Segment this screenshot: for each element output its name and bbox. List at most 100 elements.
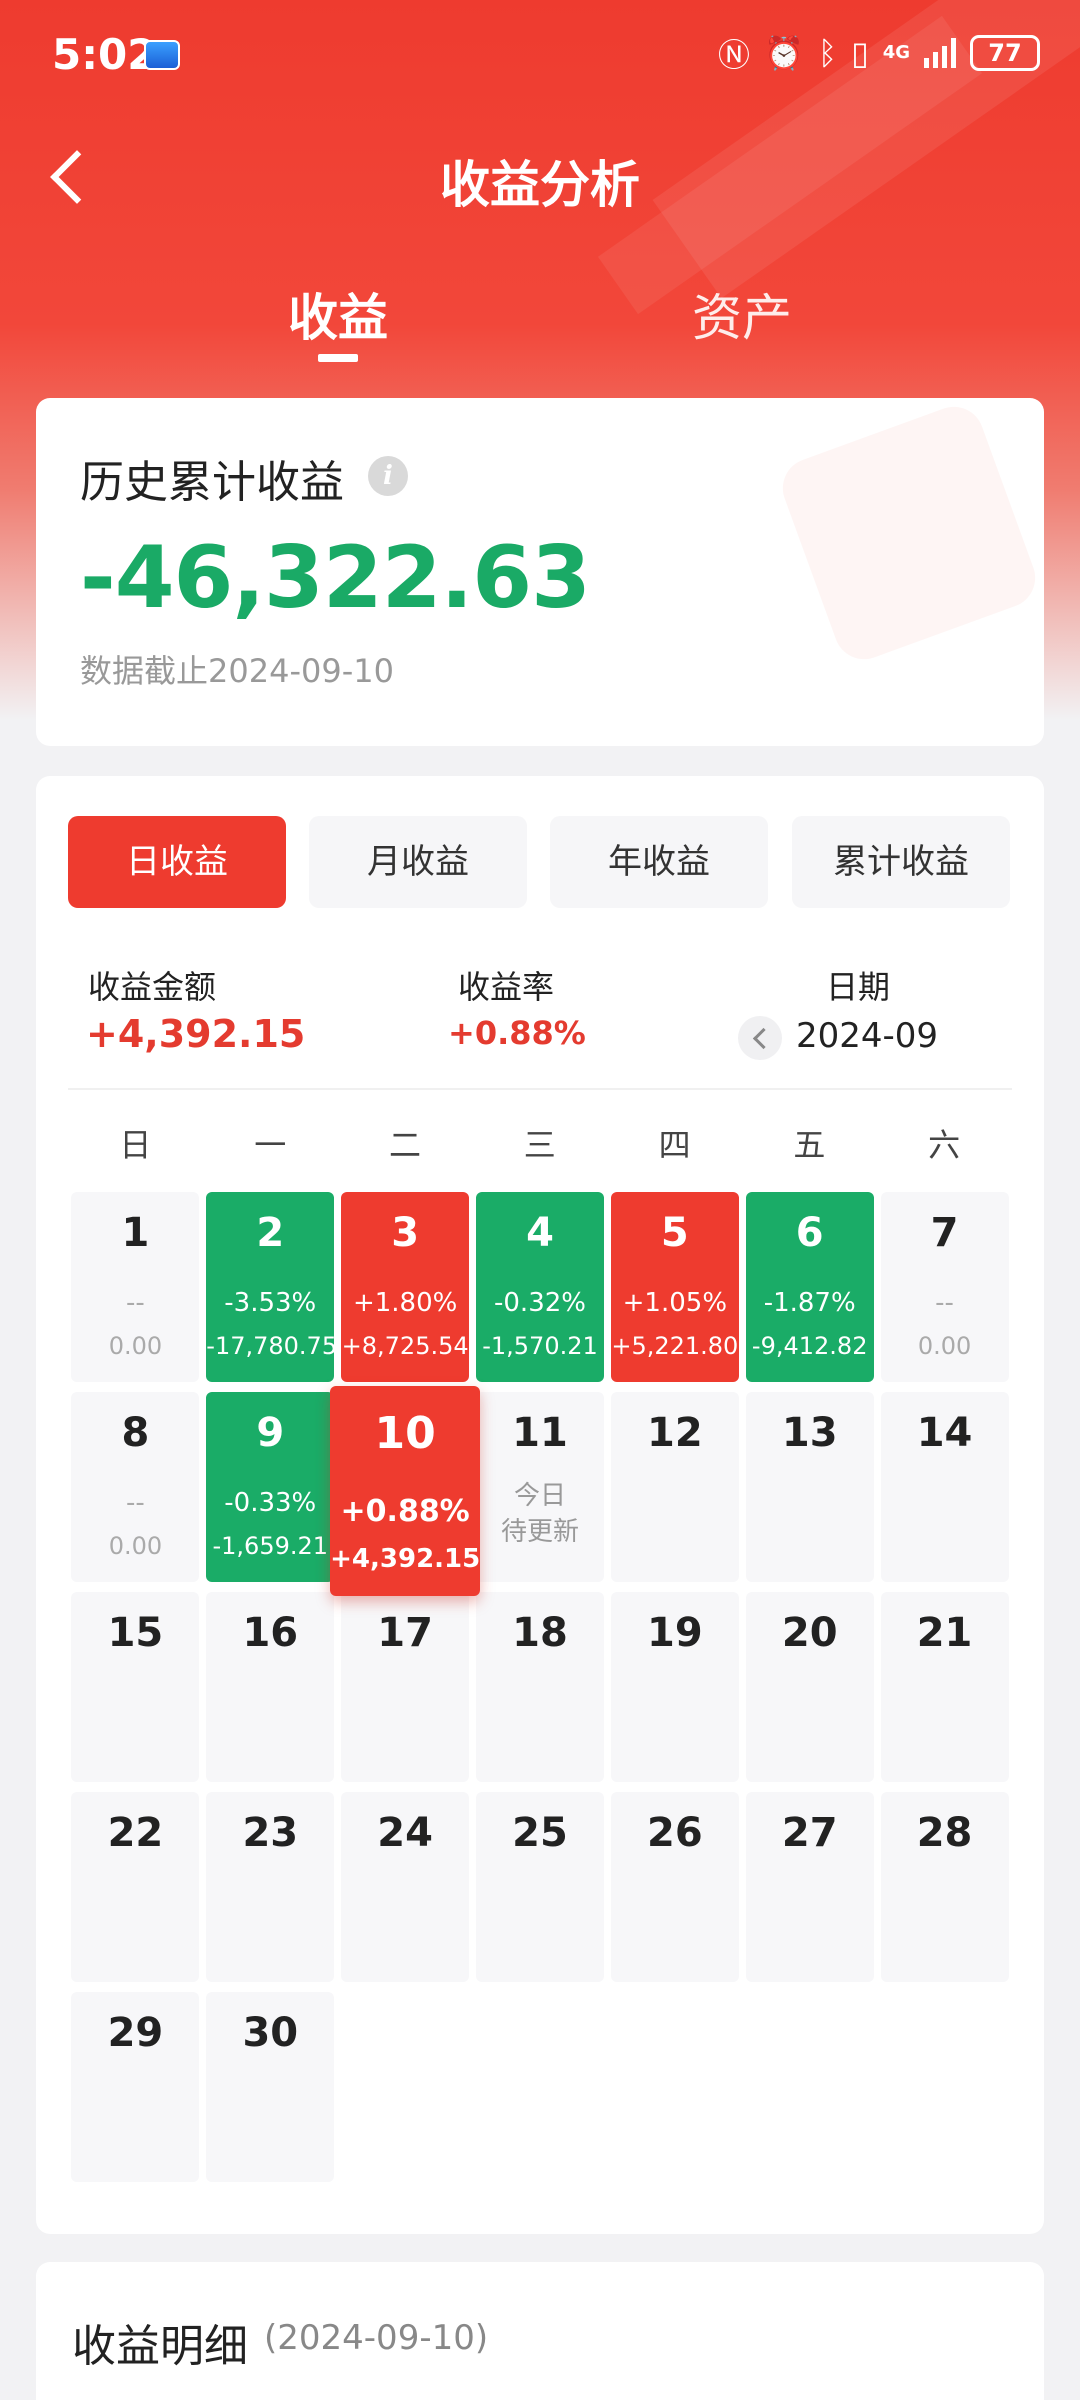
day-number: 2 xyxy=(256,1210,285,1256)
rate-label: 收益率 xyxy=(458,968,555,1006)
calendar-day[interactable]: 6 -1.87% -9,412.82 xyxy=(745,1192,874,1382)
amount-value: +4,392.15 xyxy=(86,1012,306,1056)
day-number: 23 xyxy=(242,1810,299,1856)
calendar-day[interactable]: 4 -0.32% -1,570.21 xyxy=(476,1192,604,1382)
calendar-grid: 1 -- 0.00 2 -3.53% -17,780.75 3 +1.80% +8,725.54… xyxy=(68,1192,1012,2192)
day-amount: +5,221.80 xyxy=(611,1332,739,1360)
date-label: 日期 xyxy=(826,968,891,1006)
calendar-day[interactable]: 20 xyxy=(745,1592,874,1782)
calendar-day[interactable]: 11 今日 待更新 xyxy=(476,1392,604,1582)
day-rate: -0.33% xyxy=(224,1488,317,1518)
summary-label: 历史累计收益 xyxy=(80,457,344,508)
day-rate: -- xyxy=(126,1488,145,1518)
amount-label: 收益金额 xyxy=(88,968,217,1006)
day-amount: -1,659.21 xyxy=(212,1532,329,1560)
weekday: 四 xyxy=(658,1126,691,1164)
calendar-day[interactable]: 14 xyxy=(880,1392,1009,1582)
calendar-day[interactable]: 19 xyxy=(610,1592,739,1782)
day-rate: -0.32% xyxy=(494,1288,586,1318)
network-type: 4G xyxy=(882,42,910,63)
calendar-day[interactable]: 28 xyxy=(880,1792,1009,1982)
day-number: 27 xyxy=(781,1810,838,1856)
nfc-icon: Ⓝ xyxy=(718,36,751,74)
tab-assets[interactable]: 资产 xyxy=(632,278,852,350)
calendar-card: 日收益 月收益 年收益 累计收益 收益金额 +4,392.15 收益率 +0.8… xyxy=(36,776,1044,2234)
segment-cumulative[interactable]: 累计收益 xyxy=(792,816,1010,908)
day-rate: -- xyxy=(126,1288,145,1318)
day-number: 14 xyxy=(916,1410,973,1456)
calendar-day[interactable]: 1 -- 0.00 xyxy=(71,1192,200,1382)
day-number: 4 xyxy=(526,1210,554,1256)
day-number: 17 xyxy=(377,1610,433,1656)
day-number: 24 xyxy=(377,1810,433,1856)
divider xyxy=(68,1088,1012,1090)
weekday: 二 xyxy=(388,1126,421,1164)
calendar-day[interactable]: 26 xyxy=(610,1792,739,1982)
detail-title: 收益明细 xyxy=(72,2321,248,2372)
calendar-day[interactable]: 25 xyxy=(476,1792,604,1982)
detail-card: 收益明细 (2024-09-10) xyxy=(36,2262,1044,2400)
status-icons: Ⓝ ⏰ ᛒ ▯ 4G 77 xyxy=(718,30,1040,76)
calendar-day[interactable]: 15 xyxy=(71,1592,200,1782)
calendar-day[interactable]: 22 xyxy=(71,1792,200,1982)
calendar-day[interactable]: 27 xyxy=(745,1792,874,1982)
day-number: 9 xyxy=(256,1410,285,1456)
info-icon[interactable]: i xyxy=(368,456,408,496)
segment-monthly[interactable]: 月收益 xyxy=(309,816,527,908)
calendar-day[interactable]: 17 xyxy=(341,1592,470,1782)
day-rate: +1.05% xyxy=(622,1288,728,1318)
rate-value: +0.88% xyxy=(448,1014,586,1052)
day-rate: -- xyxy=(935,1288,954,1318)
calendar-day[interactable]: 12 xyxy=(610,1392,739,1582)
date-value[interactable]: 2024-09 xyxy=(796,1016,938,1056)
segment-yearly[interactable]: 年收益 xyxy=(550,816,768,908)
calendar-day[interactable]: 3 +1.80% +8,725.54 xyxy=(341,1192,470,1382)
calendar-day[interactable]: 13 xyxy=(745,1392,874,1582)
day-amount: 0.00 xyxy=(108,1532,163,1560)
day-number: 22 xyxy=(107,1810,164,1856)
day-amount: -17,780.75 xyxy=(206,1332,338,1360)
weekday: 一 xyxy=(254,1126,287,1164)
day-number: 28 xyxy=(916,1810,973,1856)
day-number: 18 xyxy=(512,1610,568,1656)
weekday: 五 xyxy=(793,1126,826,1164)
calendar-day[interactable]: 8 -- 0.00 xyxy=(71,1392,200,1582)
calendar-day[interactable]: 30 xyxy=(206,1992,335,2182)
calendar-day[interactable]: 24 xyxy=(341,1792,470,1982)
today-label: 今日 xyxy=(513,1481,566,1511)
calendar-day[interactable]: 18 xyxy=(476,1592,604,1782)
day-number: 25 xyxy=(512,1810,568,1856)
calendar-day[interactable]: 5 +1.05% +5,221.80 xyxy=(610,1192,739,1382)
day-number: 1 xyxy=(121,1210,150,1256)
day-number: 5 xyxy=(660,1210,689,1256)
segment-daily[interactable]: 日收益 xyxy=(68,816,286,908)
day-number: 8 xyxy=(121,1410,150,1456)
vibrate-icon: ▯ xyxy=(851,34,869,72)
calendar-day[interactable]: 29 xyxy=(71,1992,200,2182)
cumulative-profit-value: -46,322.63 xyxy=(80,528,591,628)
day-number: 20 xyxy=(781,1610,838,1656)
calendar-day[interactable]: 7 -- 0.00 xyxy=(880,1192,1009,1382)
day-number: 11 xyxy=(512,1410,568,1456)
day-number: 19 xyxy=(647,1610,703,1656)
day-number: 7 xyxy=(930,1210,959,1256)
calendar-day[interactable]: 16 xyxy=(206,1592,335,1782)
calendar-day[interactable]: 9 -0.33% -1,659.21 xyxy=(206,1392,335,1582)
calendar-day[interactable]: 21 xyxy=(880,1592,1009,1782)
weekday: 六 xyxy=(928,1126,961,1164)
weekday: 日 xyxy=(119,1126,152,1164)
calendar-day[interactable]: 23 xyxy=(206,1792,335,1982)
summary-decoration xyxy=(774,398,1044,668)
data-cutoff-date: 数据截止2024-09-10 xyxy=(80,652,394,690)
day-amount: -9,412.82 xyxy=(751,1332,868,1360)
weekday-header: 日 一 二 三 四 五 六 xyxy=(68,1120,1012,1166)
day-amount: 0.00 xyxy=(917,1332,972,1360)
prev-month-button[interactable] xyxy=(738,1016,782,1060)
day-amount: 0.00 xyxy=(108,1332,163,1360)
day-amount: +4,392.15 xyxy=(330,1544,481,1574)
calendar-day[interactable]: 10 +0.88% +4,392.15 xyxy=(330,1386,480,1596)
calendar-day[interactable]: 2 -3.53% -17,780.75 xyxy=(206,1192,338,1382)
tab-profit[interactable]: 收益 xyxy=(228,278,448,350)
day-number: 13 xyxy=(781,1410,838,1456)
notification-app-icon xyxy=(144,40,180,70)
